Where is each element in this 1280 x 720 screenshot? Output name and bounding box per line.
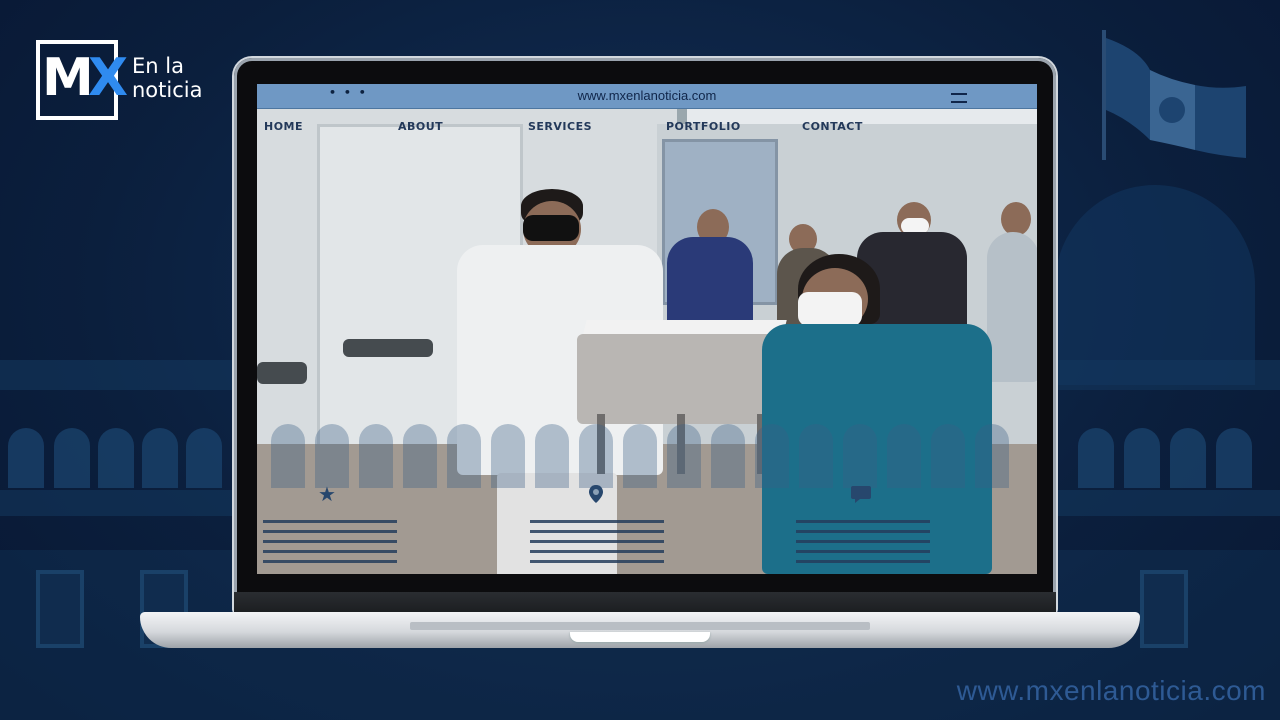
- feature-text-lines: [530, 520, 664, 570]
- nav-item-about[interactable]: ABOUT: [398, 120, 443, 133]
- url-bar[interactable]: • • • www.mxenlanoticia.com: [257, 84, 1037, 109]
- star-icon: ★: [318, 482, 336, 506]
- location-pin-icon: [589, 485, 603, 503]
- scene-door-handle: [343, 339, 433, 357]
- laptop-hinge: [410, 622, 870, 630]
- laptop-base: [140, 612, 1140, 648]
- laptop-notch: [570, 632, 710, 642]
- chat-icon: [851, 486, 871, 503]
- logo-mark-x: X: [88, 48, 129, 108]
- nav-item-home[interactable]: HOME: [264, 120, 303, 133]
- overlay-arches: [257, 424, 1037, 494]
- nav-item-services[interactable]: SERVICES: [528, 120, 592, 133]
- url-text[interactable]: www.mxenlanoticia.com: [257, 88, 1037, 103]
- laptop-screen: [257, 84, 1037, 574]
- flag-illustration: [1102, 30, 1246, 160]
- watermark-url: www.mxenlanoticia.com: [956, 675, 1266, 706]
- feature-text-lines: [263, 520, 397, 570]
- logo-mark-m: M: [42, 48, 94, 108]
- feature-text-lines: [796, 520, 930, 570]
- laptop-chin: [234, 592, 1056, 614]
- scene-door-handle-left: [257, 362, 307, 384]
- logo-text: En la noticia: [132, 54, 203, 102]
- scene-gurney-tray: [583, 320, 787, 334]
- site-nav: HOME ABOUT SERVICES PORTFOLIO CONTACT: [264, 120, 1024, 136]
- scene-gurney: [577, 334, 787, 424]
- nav-item-contact[interactable]: CONTACT: [802, 120, 863, 133]
- hamburger-icon[interactable]: [951, 93, 967, 103]
- nav-item-portfolio[interactable]: PORTFOLIO: [666, 120, 741, 133]
